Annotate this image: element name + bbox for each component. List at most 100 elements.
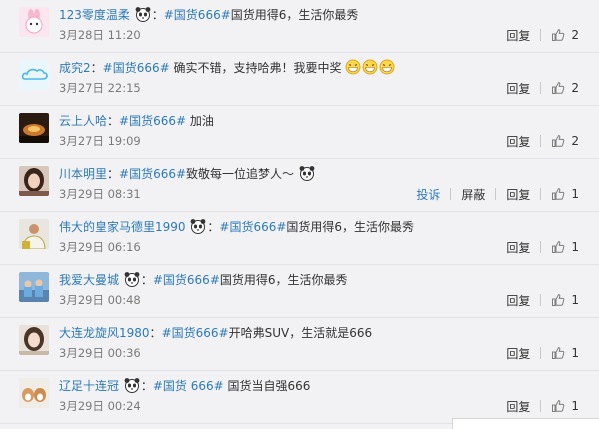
colon: ： <box>107 114 120 128</box>
avatar[interactable] <box>19 325 49 355</box>
colon: ： <box>151 8 164 22</box>
panda-emoji-icon <box>299 166 315 181</box>
hashtag-link[interactable]: #国货 666# <box>153 379 224 393</box>
avatar[interactable] <box>19 378 49 408</box>
comment-time: 3月27日 22:15 <box>59 81 141 95</box>
avatar[interactable] <box>19 166 49 196</box>
avatar-image <box>19 166 49 196</box>
panda-emoji-icon <box>124 378 140 393</box>
comment-actions: 回复 2 <box>506 27 579 43</box>
like-count: 1 <box>571 399 579 413</box>
comment-item: 大连龙旋风1980：#国货666#开哈弗SUV，生活就是666 3月29日 00… <box>0 318 599 371</box>
thumbs-up-icon[interactable] <box>551 187 565 201</box>
reply-button[interactable]: 回复 <box>506 186 530 203</box>
divider <box>540 188 542 200</box>
comment-content: 云上人哈：#国货666# 加油 <box>59 112 579 130</box>
thumbs-up-icon[interactable] <box>551 28 565 42</box>
comment-content: 川本明里：#国货666#致敬每一位追梦人～ <box>59 165 579 183</box>
like-count: 1 <box>571 240 579 254</box>
hashtag-link[interactable]: #国货666# <box>103 61 170 75</box>
divider <box>540 400 542 412</box>
colon: ： <box>207 220 220 234</box>
reply-button[interactable]: 回复 <box>506 27 530 44</box>
like-count: 1 <box>571 187 579 201</box>
comment-time: 3月27日 19:09 <box>59 134 141 148</box>
hashtag-link[interactable]: #国货666# <box>219 220 286 234</box>
comment-time: 3月29日 00:48 <box>59 293 141 307</box>
panda-emoji-icon <box>135 7 151 22</box>
username-link[interactable]: 成究2 <box>59 61 91 75</box>
username-link[interactable]: 辽足十连冠 <box>59 379 119 393</box>
comment-text: 确实不错，支持哈弗！我要中奖 <box>169 61 342 75</box>
comment-item: 我爱大曼城 ：#国货666#国货用得6，生活你最秀 3月29日 00:48 回复… <box>0 265 599 318</box>
username-link[interactable]: 大连龙旋风1980 <box>59 326 150 340</box>
comment-actions: 回复 2 <box>506 133 579 149</box>
comment-text: 致敬每一位追梦人～ <box>186 167 295 181</box>
thumbs-up-icon[interactable] <box>551 346 565 360</box>
report-button[interactable]: 投诉 <box>416 186 440 203</box>
divider <box>540 294 542 306</box>
avatar-image <box>19 60 49 90</box>
grin-emoji-icon <box>345 59 361 75</box>
divider <box>540 347 542 359</box>
avatar-image <box>19 378 49 408</box>
username-link[interactable]: 我爱大曼城 <box>59 273 119 287</box>
colon: ： <box>140 273 153 287</box>
avatar-image <box>19 325 49 355</box>
thumbs-up-icon[interactable] <box>551 134 565 148</box>
username-link[interactable]: 云上人哈 <box>59 114 107 128</box>
username-link[interactable]: 伟大的皇家马德里1990 <box>59 220 186 234</box>
like-count: 1 <box>571 293 579 307</box>
comment-text: 开哈弗SUV，生活就是666 <box>228 326 373 340</box>
avatar[interactable] <box>19 113 49 143</box>
colon: ： <box>90 61 103 75</box>
comment-text: 国货用得6，生活你最秀 <box>286 220 415 234</box>
thumbs-up-icon[interactable] <box>551 81 565 95</box>
hashtag-link[interactable]: #国货666# <box>153 273 220 287</box>
comment-time: 3月29日 00:36 <box>59 346 141 360</box>
like-count: 2 <box>571 134 579 148</box>
reply-button[interactable]: 回复 <box>506 80 530 97</box>
comment-actions: 回复 2 <box>506 80 579 96</box>
avatar-image <box>19 219 49 249</box>
avatar[interactable] <box>19 272 49 302</box>
thumbs-up-icon[interactable] <box>551 399 565 413</box>
hashtag-link[interactable]: #国货666# <box>164 8 231 22</box>
comment-actions: 投诉 屏蔽 回复 1 <box>416 186 579 202</box>
thumbs-up-icon[interactable] <box>551 293 565 307</box>
comment-content: 我爱大曼城 ：#国货666#国货用得6，生活你最秀 <box>59 271 579 289</box>
comment-content: 辽足十连冠 ：#国货 666# 国货当自强666 <box>59 377 579 395</box>
thumbs-up-icon[interactable] <box>551 240 565 254</box>
like-count: 2 <box>571 81 579 95</box>
comment-actions: 回复 1 <box>506 292 579 308</box>
hashtag-link[interactable]: #国货666# <box>119 114 186 128</box>
username-link[interactable]: 川本明里 <box>59 167 107 181</box>
comment-content: 成究2：#国货666# 确实不错，支持哈弗！我要中奖 <box>59 59 579 77</box>
divider <box>540 82 542 94</box>
comment-content: 123零度温柔 ：#国货666#国货用得6，生活你最秀 <box>59 6 579 24</box>
hashtag-link[interactable]: #国货666# <box>119 167 186 181</box>
comment-time: 3月29日 00:24 <box>59 399 141 413</box>
reply-button[interactable]: 回复 <box>506 239 530 256</box>
comment-item: 辽足十连冠 ：#国货 666# 国货当自强666 3月29日 00:24 回复 … <box>0 371 599 424</box>
reply-button[interactable]: 回复 <box>506 292 530 309</box>
comment-item: 成究2：#国货666# 确实不错，支持哈弗！我要中奖 3月27日 22:15 回… <box>0 53 599 106</box>
username-link[interactable]: 123零度温柔 <box>59 8 130 22</box>
avatar[interactable] <box>19 219 49 249</box>
grin-emoji-icon <box>362 59 378 75</box>
reply-button[interactable]: 回复 <box>506 398 530 415</box>
block-button[interactable]: 屏蔽 <box>461 186 485 203</box>
avatar[interactable] <box>19 60 49 90</box>
avatar[interactable] <box>19 7 49 37</box>
comment-item: 伟大的皇家马德里1990 ：#国货666#国货用得6，生活你最秀 3月29日 0… <box>0 212 599 265</box>
comment-content: 伟大的皇家马德里1990 ：#国货666#国货用得6，生活你最秀 <box>59 218 579 236</box>
popup-edge <box>452 418 599 429</box>
reply-button[interactable]: 回复 <box>506 133 530 150</box>
comment-time: 3月29日 06:16 <box>59 240 141 254</box>
hashtag-link[interactable]: #国货666# <box>162 326 229 340</box>
comment-time: 3月28日 11:20 <box>59 28 141 42</box>
grin-emoji-icon <box>379 59 395 75</box>
reply-button[interactable]: 回复 <box>506 345 530 362</box>
comment-actions: 回复 1 <box>506 345 579 361</box>
comment-text: 加油 <box>186 114 214 128</box>
